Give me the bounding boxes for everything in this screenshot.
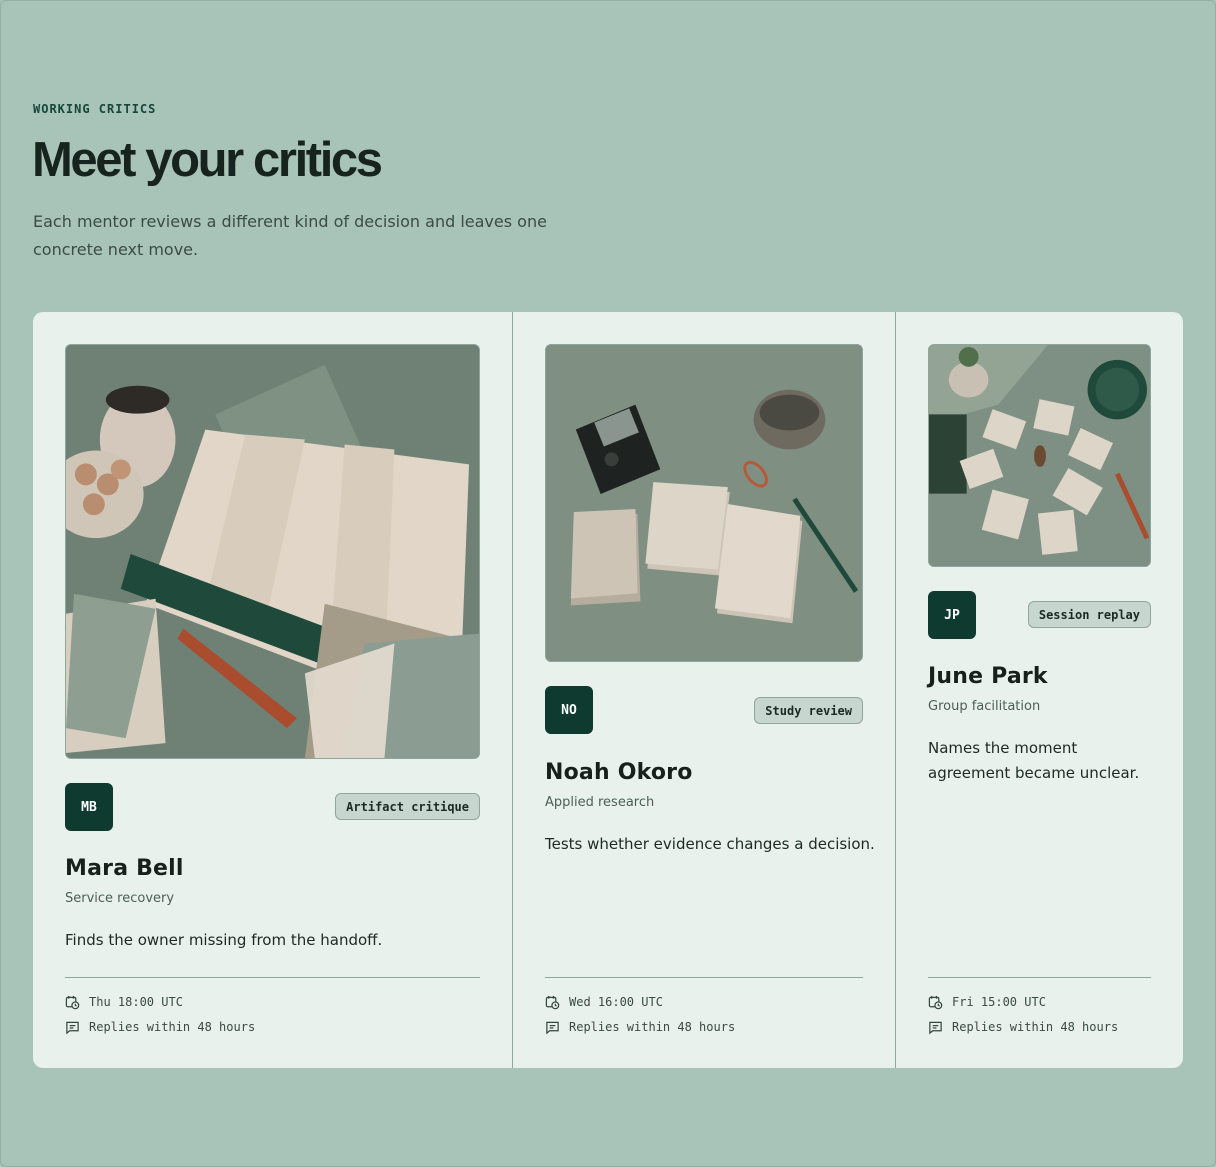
page-title: Meet your critics: [32, 133, 383, 187]
message-icon: [546, 1021, 559, 1034]
reply-row: Replies within 48 hours: [65, 1017, 255, 1037]
calendar-clock-icon: [545, 995, 560, 1009]
mentor-name: June Park: [928, 664, 1048, 689]
mentor-name: Mara Bell: [65, 856, 184, 881]
mentor-card-noah-okoro[interactable]: NO Study review Noah Okoro Applied resea…: [512, 312, 895, 1068]
mentor-role: Applied research: [545, 795, 655, 810]
schedule-row: Wed 16:00 UTC: [545, 992, 663, 1012]
badge-study-review: Study review: [754, 697, 863, 724]
schedule-row: Thu 18:00 UTC: [65, 992, 183, 1012]
badge-artifact-critique: Artifact critique: [335, 793, 480, 820]
reply-row: Replies within 48 hours: [545, 1017, 735, 1037]
mentor-name: Noah Okoro: [545, 760, 693, 785]
mentor-role: Group facilitation: [928, 699, 1041, 714]
mentor-blurb: Finds the owner missing from the handoff…: [65, 931, 383, 949]
schedule-text: Wed 16:00 UTC: [569, 995, 663, 1009]
recorder-and-cards-photo: [545, 344, 863, 662]
mentor-card-mara-bell[interactable]: MB Artifact critique Mara Bell Service r…: [33, 312, 512, 1068]
badge-session-replay: Session replay: [1027, 601, 1151, 628]
schedule-row: Fri 15:00 UTC: [928, 992, 1046, 1012]
desk-still-life-photo: [65, 344, 480, 759]
reply-text: Replies within 48 hours: [952, 1020, 1119, 1034]
avatar: JP: [928, 591, 976, 639]
reply-row: Replies within 48 hours: [928, 1017, 1118, 1037]
divider: [545, 977, 863, 978]
avatar: NO: [545, 686, 593, 734]
avatar: MB: [65, 783, 113, 831]
message-icon: [929, 1021, 942, 1034]
calendar-clock-icon: [928, 995, 943, 1009]
section-eyebrow: WORKING CRITICS: [33, 102, 157, 116]
cards-and-clock-photo: [928, 344, 1151, 567]
schedule-text: Fri 15:00 UTC: [952, 995, 1046, 1009]
divider: [928, 977, 1151, 978]
reply-text: Replies within 48 hours: [569, 1020, 736, 1034]
page-subtitle: Each mentor reviews a different kind of …: [33, 212, 547, 259]
calendar-clock-icon: [65, 995, 80, 1009]
mentor-blurb: Tests whether evidence changes a decisio…: [545, 835, 875, 853]
mentor-blurb: Names the moment agreement became unclea…: [928, 739, 1140, 782]
mentor-panel: MB Artifact critique Mara Bell Service r…: [33, 312, 1183, 1068]
divider: [65, 977, 480, 978]
reply-text: Replies within 48 hours: [89, 1020, 256, 1034]
schedule-text: Thu 18:00 UTC: [89, 995, 183, 1009]
message-icon: [66, 1021, 79, 1034]
mentor-card-june-park[interactable]: JP Session replay June Park Group facili…: [895, 312, 1183, 1068]
mentor-role: Service recovery: [65, 891, 175, 906]
